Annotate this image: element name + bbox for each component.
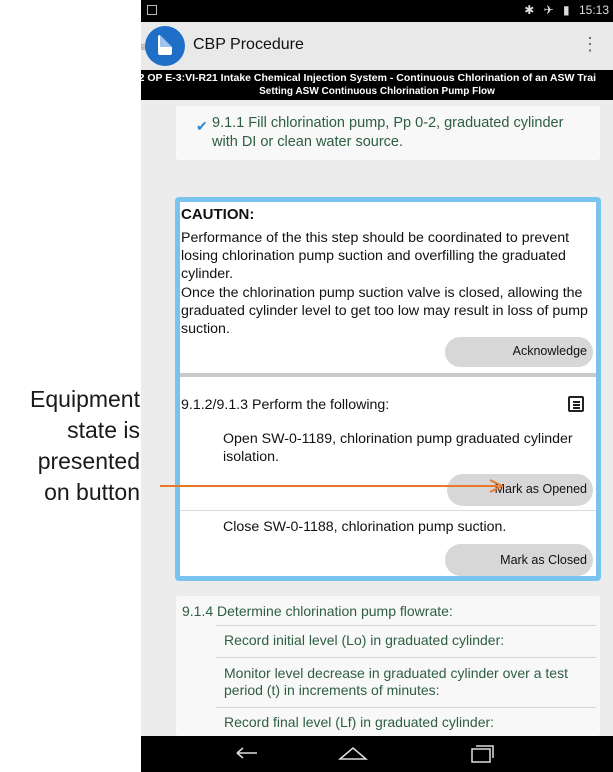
caution-paragraph: Performance of the this step should be c… [181,230,570,282]
annotation-line: Equipment [30,386,140,412]
acknowledge-button[interactable]: Acknowledge [445,337,593,367]
annotation-line: presented [37,448,140,474]
annotation-line: state is [67,417,140,443]
divider [216,625,596,626]
recent-apps-icon[interactable] [469,744,495,764]
annotation-text: Equipment state is presented on button [0,384,140,508]
substep-close-valve: Close SW-0-1188, chlorination pump sucti… [223,519,507,535]
back-icon[interactable] [233,744,261,762]
device-screen: ✱ ✈ ▮ 15:13 ≡ CBP Procedure ⋮ U2 OP E-3:… [141,0,613,772]
airplane-icon: ✈ [543,3,554,17]
mark-as-closed-button[interactable]: Mark as Closed [445,544,593,576]
divider [216,657,596,658]
divider [180,510,596,511]
step-text: 9.1.4 Determine chlorination pump flowra… [182,603,453,619]
navigation-bar [141,736,613,772]
app-bar: ≡ CBP Procedure ⋮ [141,22,613,70]
annotation-line: on button [44,479,140,505]
procedure-title: U2 OP E-3:VI-R21 Intake Chemical Injecti… [141,72,596,84]
status-bar: ✱ ✈ ▮ 15:13 [141,0,613,22]
substep-item: Monitor level decrease in graduated cyli… [224,665,568,698]
mark-as-opened-button[interactable]: Mark as Opened [447,474,593,506]
substep-item: Record final level (Lf) in graduated cyl… [224,714,495,730]
app-logo-icon[interactable] [145,26,185,66]
divider [180,373,596,377]
caution-heading: CAUTION: [181,206,255,223]
procedure-header: U2 OP E-3:VI-R21 Intake Chemical Injecti… [141,70,613,100]
bluetooth-icon: ✱ [524,3,535,17]
substep-item: Record initial level (Lo) in graduated c… [224,632,505,648]
step-text: 9.1.2/9.1.3 Perform the following: [181,397,390,413]
caution-paragraph: Once the chlorination pump suction valve… [181,285,588,337]
notes-icon[interactable] [568,396,584,412]
section-title: Setting ASW Continuous Chlorination Pump… [259,86,495,97]
step-9-1-4-card[interactable]: 9.1.4 Determine chlorination pump flowra… [176,596,600,736]
step-9-1-1-card[interactable]: ✔ 9.1.1 Fill chlorination pump, Pp 0-2, … [176,106,600,160]
substep-open-valve: Open SW-0-1189, chlorination pump gradua… [223,431,573,465]
overflow-menu-icon[interactable]: ⋮ [581,34,599,54]
status-time: 15:13 [578,3,609,17]
battery-icon: ▮ [563,3,570,17]
app-title: CBP Procedure [193,36,304,53]
divider [216,707,596,708]
home-icon[interactable] [337,744,369,762]
screenshot-icon [147,5,157,15]
step-text: 9.1.1 Fill chlorination pump, Pp 0-2, gr… [212,115,564,150]
checkmark-icon: ✔ [196,118,208,134]
